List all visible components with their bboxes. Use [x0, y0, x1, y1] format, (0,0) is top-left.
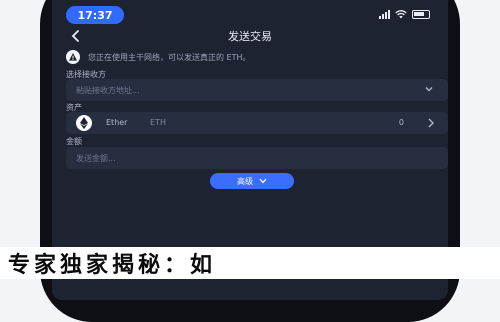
status-time: 17:37: [66, 6, 124, 24]
advanced-button[interactable]: 高级: [210, 173, 294, 189]
recipient-placeholder: 粘贴接收方地址...: [76, 85, 140, 95]
network-notice: 您正在使用主干网络，可以发送真正的 ETH。: [66, 48, 434, 66]
banner-text: 专家独家揭秘：如: [8, 252, 217, 278]
chevron-down-icon[interactable]: [424, 84, 434, 94]
asset-symbol: ETH: [150, 118, 166, 127]
chevron-down-icon: [259, 178, 267, 184]
header: 发送交易: [52, 26, 448, 48]
page-title: 发送交易: [228, 30, 272, 43]
notice-text: 您正在使用主干网络，可以发送真正的 ETH。: [88, 52, 251, 62]
asset-balance: 0: [398, 118, 404, 127]
ethereum-icon: [76, 115, 92, 131]
amount-placeholder: 发送金额...: [76, 153, 116, 163]
status-icons: [379, 9, 430, 19]
chevron-right-icon[interactable]: [426, 117, 436, 129]
amount-label: 金额: [66, 137, 82, 146]
asset-selector[interactable]: Ether ETH 0: [66, 112, 448, 134]
battery-icon: [412, 9, 430, 19]
warning-icon: [66, 50, 80, 64]
wifi-icon: [395, 9, 407, 18]
status-bar: 17:37: [52, 6, 448, 26]
amount-input[interactable]: 发送金额...: [66, 147, 448, 169]
signal-icon: [379, 9, 390, 19]
advanced-label: 高级: [237, 176, 253, 186]
headline-banner: 专家独家揭秘：如: [0, 247, 500, 279]
recipient-input[interactable]: 粘贴接收方地址...: [66, 79, 448, 101]
asset-name: Ether: [106, 118, 128, 127]
